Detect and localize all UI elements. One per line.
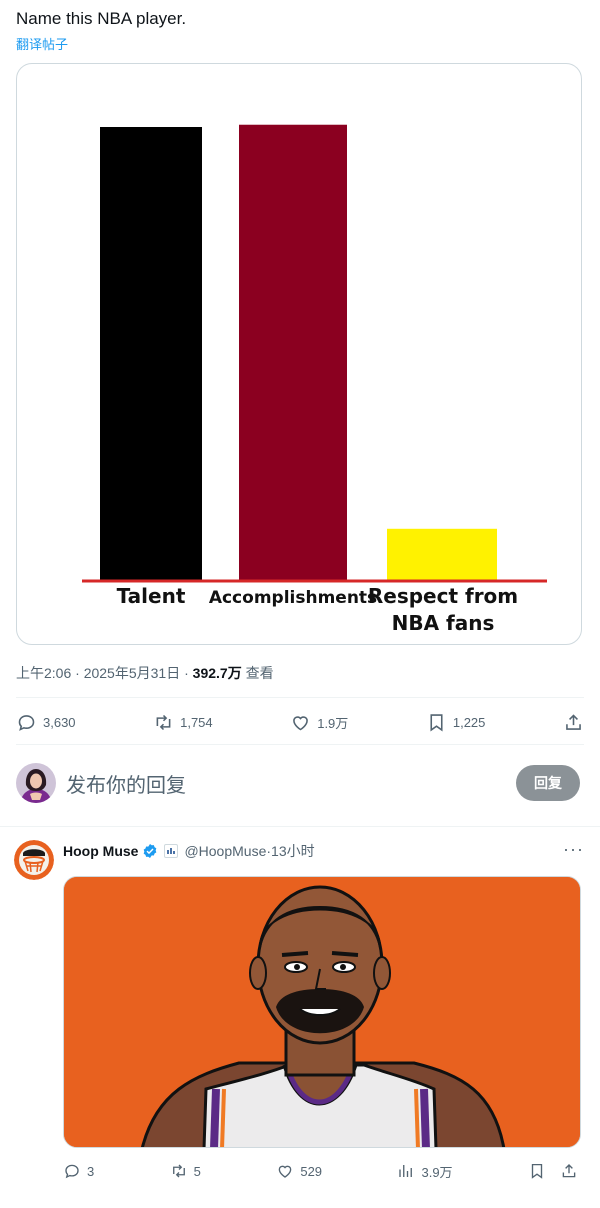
- verified-badge-icon: [144, 844, 157, 858]
- player-illustration: [64, 877, 580, 1147]
- avatar[interactable]: [14, 840, 54, 880]
- user-avatar-image: [16, 763, 56, 803]
- post-text: Name this NBA player.: [16, 9, 187, 28]
- views-action[interactable]: 3.9万: [397, 1162, 453, 1181]
- divider: [0, 826, 600, 827]
- like-count: 1.9万: [317, 715, 349, 731]
- bookmark-count: 1,225: [452, 714, 486, 730]
- x-tick-label: Talent: [117, 584, 186, 608]
- repost-action[interactable]: 1,754: [153, 712, 213, 733]
- reply-count: 3: [87, 1163, 95, 1179]
- hoop-muse-logo: [14, 840, 54, 880]
- like-action[interactable]: 1.9万: [290, 712, 348, 733]
- reply-tweet-extra-actions: [528, 1162, 578, 1180]
- reply-button[interactable]: 回复: [516, 765, 580, 801]
- repost-action[interactable]: 5: [170, 1162, 201, 1180]
- bookmark-action[interactable]: [528, 1162, 546, 1180]
- repost-icon: [156, 714, 171, 730]
- share-icon: [566, 713, 581, 730]
- heart-icon: [293, 715, 309, 730]
- bookmark-icon: [430, 713, 443, 731]
- display-name[interactable]: Hoop Muse: [63, 843, 138, 859]
- divider: [16, 697, 584, 698]
- meta-separator: ·: [180, 665, 193, 681]
- like-action[interactable]: 529: [276, 1162, 322, 1180]
- reply-action[interactable]: 3,630: [16, 712, 76, 733]
- repost-icon: [172, 1164, 185, 1178]
- reply-action[interactable]: 3: [63, 1162, 94, 1180]
- bar-accomplishments: [239, 124, 347, 582]
- x-tick-label: NBA fans: [392, 611, 495, 635]
- bar-chart: Talent AccomplishmentsRespect from NBA fan…: [82, 124, 547, 635]
- view-count: 392.7万: [192, 665, 242, 681]
- share-icon: [562, 1164, 576, 1178]
- reply-input[interactable]: 发布你的回复: [66, 769, 516, 798]
- repost-count: 5: [193, 1163, 201, 1179]
- analytics-icon: [399, 1165, 413, 1177]
- view-count: 3.9万: [421, 1164, 453, 1180]
- reply-icon: [65, 1164, 79, 1179]
- reply-tweet-actions: 3 5 529 3.9万: [63, 1160, 578, 1182]
- post-meta: 上午2:06 · 2025年5月31日 · 392.7万 查看: [16, 663, 274, 683]
- reply-tweet-header: Hoop Muse @HoopMuse · 13小时 ···: [63, 839, 584, 861]
- affiliate-badge-icon: [164, 844, 179, 858]
- x-tick-label: Respect from: [368, 584, 518, 608]
- repost-count: 1,754: [180, 714, 213, 730]
- share-action[interactable]: [563, 712, 584, 733]
- reply-tweet-image[interactable]: [63, 876, 581, 1148]
- post-time[interactable]: 上午2:06: [16, 665, 71, 681]
- post-actions: 3,630 1,754 1.9万 1,225: [16, 708, 584, 736]
- reply-count: 3,630: [43, 714, 76, 730]
- bar-respect-from-nba-fans: [387, 528, 497, 581]
- avatar[interactable]: [16, 763, 56, 803]
- meta-separator: ·: [71, 665, 84, 681]
- tweet-time[interactable]: 13小时: [271, 841, 315, 861]
- reply-tweet[interactable]: Hoop Muse @HoopMuse · 13小时 ··· 3 5 529 3…: [0, 828, 600, 1208]
- like-count: 529: [300, 1163, 323, 1179]
- more-options-icon[interactable]: ···: [563, 839, 584, 860]
- handle[interactable]: @HoopMuse: [184, 843, 266, 859]
- reply-icon: [18, 714, 35, 731]
- bookmark-icon: [531, 1163, 543, 1179]
- post-date[interactable]: 2025年5月31日: [84, 665, 181, 681]
- bar-talent: [100, 127, 202, 581]
- post-image[interactable]: Talent Accomplishments Respect from NBA fan…: [16, 63, 582, 645]
- bookmark-action[interactable]: 1,225: [426, 712, 486, 733]
- translate-post-link[interactable]: 翻译帖子: [16, 34, 68, 53]
- reply-composer: 发布你的回复 回复: [16, 760, 580, 806]
- divider: [16, 744, 584, 745]
- x-tick-label: Accomplishments: [209, 588, 377, 608]
- heart-icon: [279, 1165, 292, 1178]
- share-action[interactable]: [560, 1162, 578, 1180]
- views-label: 查看: [241, 665, 274, 681]
